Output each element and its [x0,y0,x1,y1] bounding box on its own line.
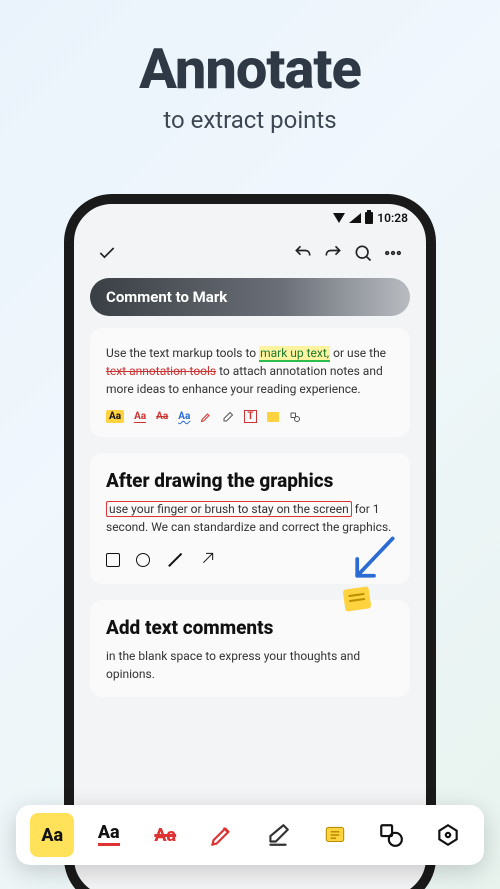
battery-icon [365,212,373,224]
underline-button[interactable]: Aa [87,813,131,857]
markup-text: Use the text markup tools to mark up tex… [106,344,394,398]
confirm-button[interactable] [92,238,122,268]
hero-subtitle: to extract points [0,106,500,134]
settings-button[interactable] [426,813,470,857]
search-button[interactable] [348,238,378,268]
comments-card: Add text comments in the blank space to … [90,600,410,697]
hero-title: Annotate [0,36,500,102]
underline-tool-icon[interactable]: Aa [134,411,146,423]
signal-icon [349,213,361,223]
eraser-button[interactable] [256,813,300,857]
wifi-icon [333,213,345,223]
more-button[interactable] [378,238,408,268]
highlight-button[interactable]: Aa [30,813,74,857]
status-bar: 10:28 [74,204,426,232]
highlighted-text: mark up text, [259,346,330,362]
bottom-toolbar: Aa Aa Aa [16,805,484,865]
red-box-annotation: use your finger or brush to stay on the … [106,501,352,517]
textbox-tool-icon[interactable]: T [244,410,256,423]
blue-arrow-annotation [346,531,402,591]
strikethrough-button[interactable]: Aa [143,813,187,857]
highlight-tool-icon[interactable]: Aa [106,410,124,423]
undo-button[interactable] [288,238,318,268]
app-toolbar [74,232,426,274]
arrow-shape-icon[interactable] [200,550,216,570]
phone-mockup: 10:28 Comment to Mark U [64,194,436,889]
hero-section: Annotate to extract points [0,0,500,134]
squiggly-tool-icon[interactable]: Aa [178,411,190,422]
strikethrough-tool-icon[interactable]: Aa [156,411,168,422]
markup-card: Use the text markup tools to mark up tex… [90,328,410,437]
line-shape-icon[interactable] [168,553,182,567]
circle-shape-icon[interactable] [136,553,150,567]
shape-tool-icon[interactable] [289,411,301,423]
sticky-note-button[interactable] [313,813,357,857]
graphics-card: After drawing the graphics use your fing… [90,453,410,584]
pen-tool-icon[interactable] [200,411,212,423]
comments-title: Add text comments [106,616,394,639]
pen-button[interactable] [200,813,244,857]
graphics-title: After drawing the graphics [106,469,394,492]
strikethrough-text: text annotation tools [106,364,216,378]
eraser-tool-icon[interactable] [222,411,234,423]
shapes-button[interactable] [369,813,413,857]
note-tool-icon[interactable] [267,412,279,422]
mini-tool-row: Aa Aa Aa Aa T [106,410,394,423]
comments-body: in the blank space to express your thoug… [106,647,394,683]
section-header-pill: Comment to Mark [90,278,410,316]
redo-button[interactable] [318,238,348,268]
square-shape-icon[interactable] [106,553,120,567]
sticky-note-icon [343,586,372,611]
status-time: 10:28 [377,211,408,225]
